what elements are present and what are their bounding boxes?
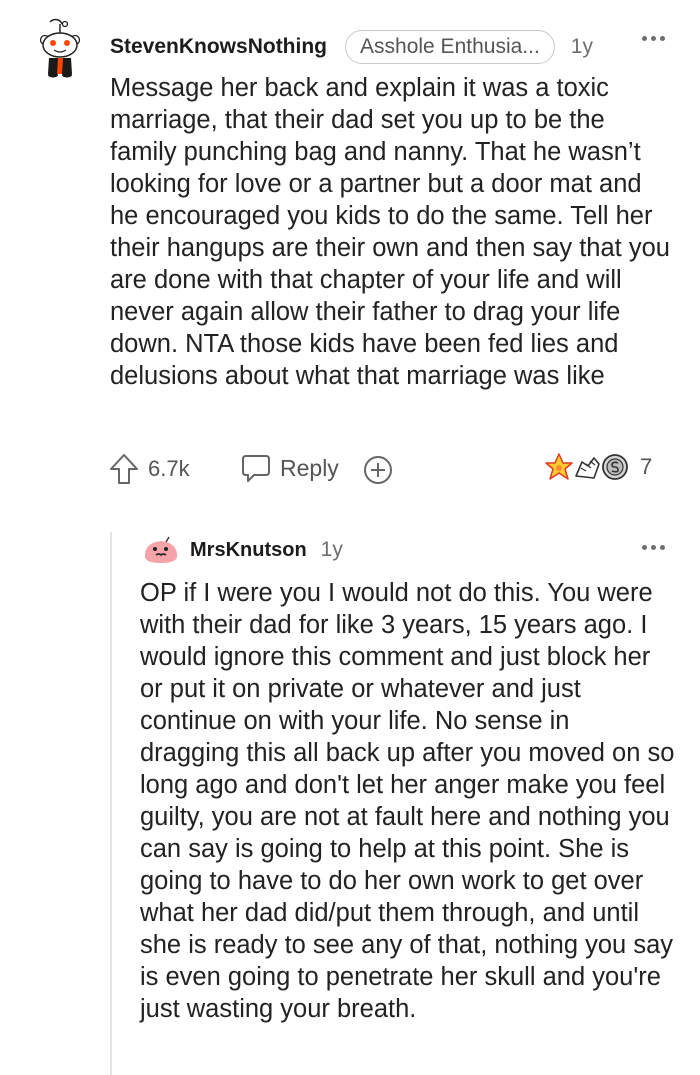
silver-coin-award-icon — [602, 454, 628, 480]
username[interactable]: StevenKnowsNothing — [110, 35, 327, 59]
reply-label: Reply — [280, 454, 339, 481]
timestamp: 1y — [320, 538, 343, 561]
reply-button[interactable]: Reply — [240, 452, 339, 484]
comment-body: Message her back and explain it was a to… — [110, 74, 670, 390]
thread-line[interactable] — [110, 532, 112, 1075]
vote-score: 6.7k — [148, 456, 190, 481]
more-options-button[interactable] — [642, 545, 665, 550]
award-count: 7 — [640, 454, 653, 479]
comment-meta: StevenKnowsNothing Asshole Enthusia... 1… — [110, 30, 593, 64]
comment-actions: 6.7k Reply 7 — [108, 450, 668, 490]
user-flair[interactable]: Asshole Enthusia... — [345, 30, 555, 64]
awards-summary[interactable]: 7 — [544, 452, 652, 482]
more-options-button[interactable] — [642, 36, 665, 41]
more-icon — [642, 545, 665, 550]
username[interactable]: MrsKnutson — [190, 539, 307, 562]
upvote-icon[interactable] — [108, 452, 140, 486]
snoo-avatar-icon — [39, 18, 81, 78]
award-icon[interactable] — [362, 454, 394, 486]
avatar[interactable] — [142, 535, 180, 565]
more-icon — [642, 36, 665, 41]
reply-icon — [242, 455, 270, 482]
star-award-icon — [545, 453, 573, 480]
comment-body: OP if I were you I would not do this. Yo… — [140, 579, 675, 1023]
comment-meta: MrsKnutson 1y — [190, 534, 343, 566]
timestamp: 1y — [570, 35, 593, 58]
hands-award-icon — [575, 457, 600, 479]
avatar[interactable] — [36, 16, 84, 78]
pink-snoo-avatar-icon — [144, 536, 178, 563]
